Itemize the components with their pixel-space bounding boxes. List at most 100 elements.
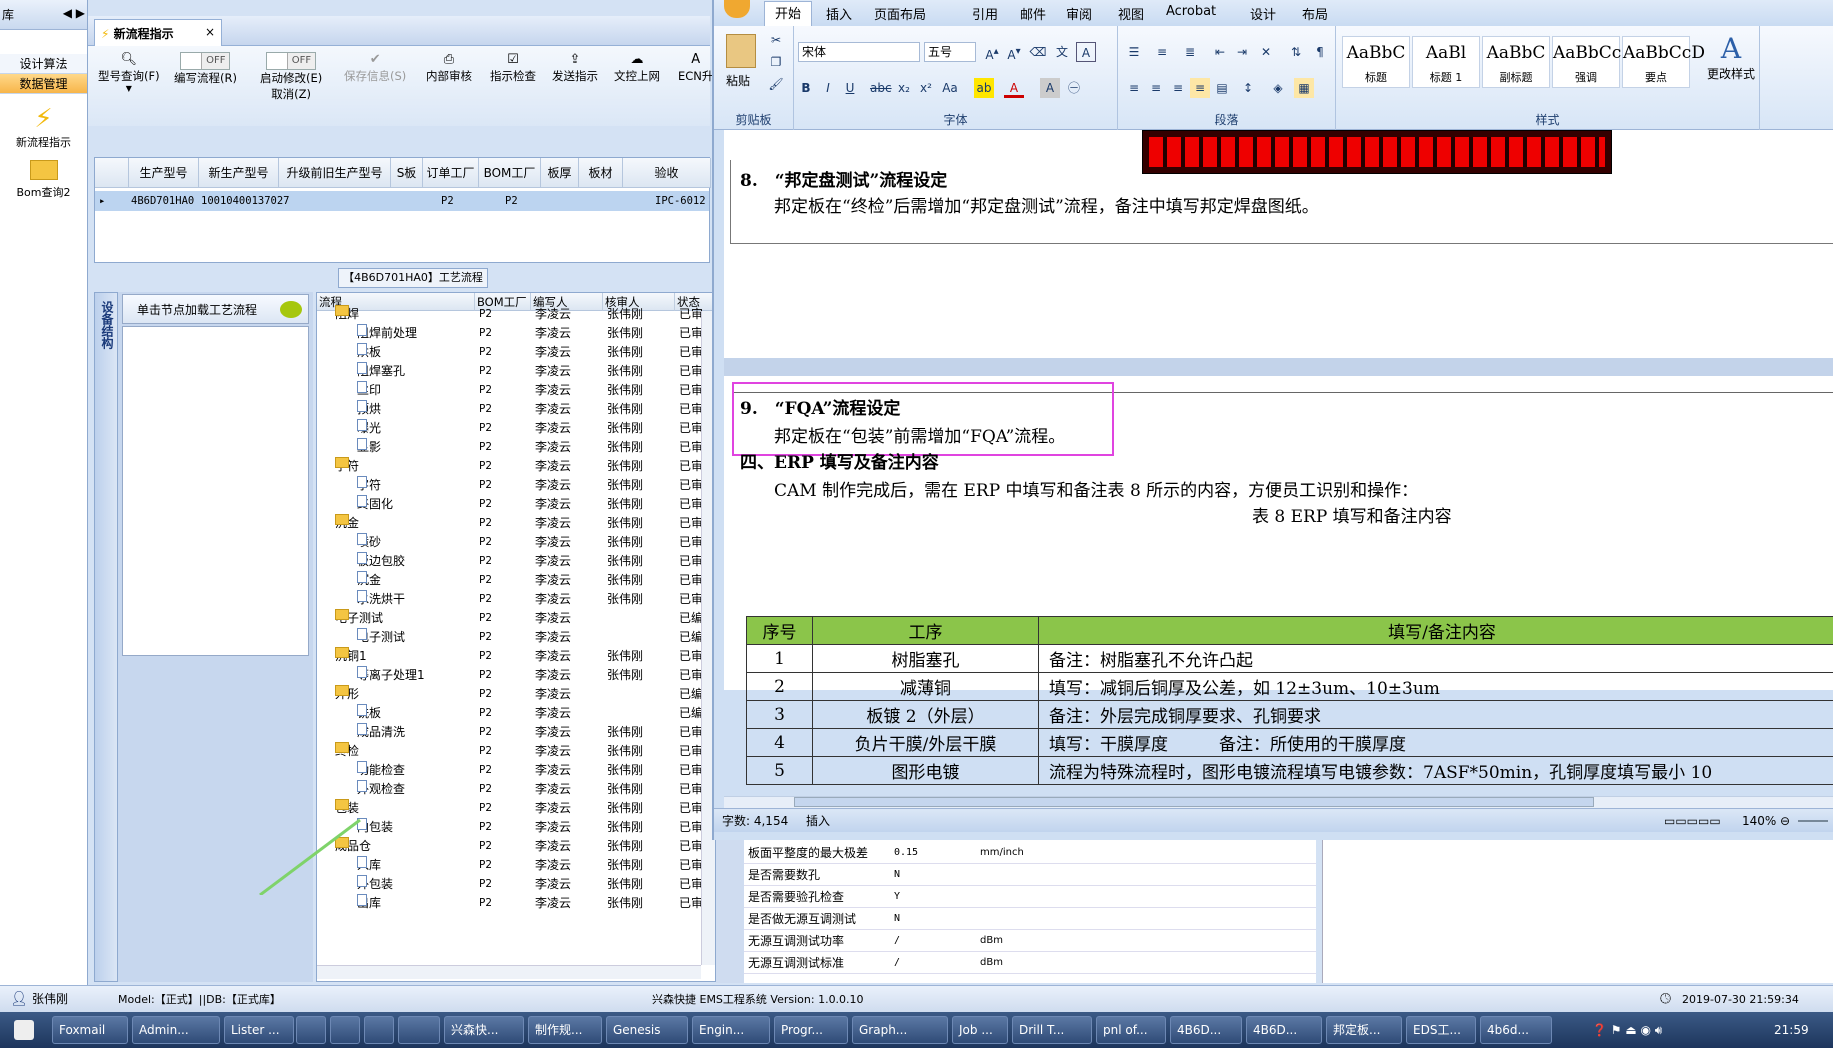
- tree-row[interactable]: 终固化 P2 李凌云 张伟刚 已审: [317, 495, 715, 514]
- tree-row[interactable]: 沉金 P2 李凌云 张伟刚 已审: [317, 571, 715, 590]
- change-case-icon[interactable]: Aa: [940, 78, 960, 98]
- taskbar-item[interactable]: 兴森快...: [444, 1016, 524, 1044]
- office-button-icon[interactable]: [724, 0, 750, 18]
- close-icon[interactable]: ×: [205, 25, 215, 39]
- zoom-slider[interactable]: [1798, 820, 1828, 822]
- taskbar-item[interactable]: 4B6D...: [1246, 1016, 1322, 1044]
- tree-row[interactable]: 阻焊前处理 P2 李凌云 张伟刚 已审: [317, 324, 715, 343]
- borders-icon[interactable]: ▦: [1294, 78, 1314, 98]
- edit-flow-toggle[interactable]: OFF 编写流程(R): [174, 52, 237, 86]
- subscript-icon[interactable]: x₂: [894, 78, 914, 98]
- tree-row[interactable]: −终检 P2 李凌云 张伟刚 已审: [317, 742, 715, 761]
- tree-node[interactable]: 铣板: [357, 704, 381, 723]
- taskbar-item[interactable]: 4b6d...: [1480, 1016, 1552, 1044]
- param-row[interactable]: 无源互调测试功率 / dBm: [744, 930, 1316, 952]
- increase-indent-icon[interactable]: ⇥: [1232, 42, 1252, 62]
- format-painter-icon[interactable]: 🖌︎: [766, 74, 786, 94]
- tree-row[interactable]: 功能检查 P2 李凌云 张伟刚 已审: [317, 761, 715, 780]
- style-swatch[interactable]: AaBbC 标题: [1342, 36, 1410, 88]
- tree-row[interactable]: 显影 P2 李凌云 张伟刚 已审: [317, 438, 715, 457]
- word-tab[interactable]: 页面布局: [874, 4, 926, 23]
- align-right-icon[interactable]: ≡: [1168, 78, 1188, 98]
- tree-row[interactable]: 电子测试 P2 李凌云 已编: [317, 628, 715, 647]
- taskbar-item[interactable]: Progr...: [774, 1016, 848, 1044]
- grid-header[interactable]: 板厚: [541, 158, 579, 188]
- word-horizontal-scrollbar[interactable]: [724, 796, 1833, 808]
- taskbar-item[interactable]: Engin...: [692, 1016, 770, 1044]
- tree-row[interactable]: 出库 P2 李凌云 张伟刚 已审: [317, 894, 715, 913]
- grid-header[interactable]: 订单工厂: [423, 158, 479, 188]
- align-left-icon[interactable]: ≡: [1124, 78, 1144, 98]
- char-border-icon[interactable]: A: [1076, 42, 1096, 62]
- tree-node[interactable]: 显影: [357, 438, 381, 457]
- tree-row[interactable]: −外形 P2 李凌云 已编: [317, 685, 715, 704]
- tree-node[interactable]: −沉金: [335, 514, 359, 533]
- tree-row[interactable]: −包装P2李凌云张伟刚已审: [317, 799, 715, 818]
- font-color-icon[interactable]: A: [1004, 78, 1024, 98]
- taskbar-item[interactable]: pnl of...: [1096, 1016, 1166, 1044]
- style-swatch[interactable]: AaBbCcD 强调: [1552, 36, 1635, 88]
- taskbar-item[interactable]: 邦定板...: [1326, 1016, 1402, 1044]
- tree-row[interactable]: −阻焊 P2 李凌云 张伟刚 已审: [317, 305, 715, 324]
- tree-horizontal-scrollbar[interactable]: [317, 965, 701, 979]
- edit-flow-switch[interactable]: OFF: [180, 52, 231, 70]
- save-info-button[interactable]: ✔ 保存信息(S): [344, 52, 406, 84]
- change-styles-button[interactable]: A 更改样式: [1704, 32, 1758, 82]
- tree-row[interactable]: 外包装 P2 李凌云 张伟刚 已审: [317, 875, 715, 894]
- word-tab[interactable]: Acrobat: [1166, 4, 1216, 19]
- cut-icon[interactable]: ✂: [766, 30, 786, 50]
- word-count[interactable]: 字数: 4,154: [722, 809, 788, 833]
- taskbar-item[interactable]: [330, 1016, 360, 1044]
- clipboard-icon[interactable]: [726, 34, 756, 68]
- tree-row[interactable]: 入库 P2 李凌云 张伟刚 已审: [317, 856, 715, 875]
- word-tab[interactable]: 视图: [1118, 4, 1144, 23]
- numbering-icon[interactable]: ≡: [1152, 42, 1172, 62]
- table-row[interactable]: 3 板镀 2（外层） 备注：外层完成铜厚要求、孔铜要求: [746, 700, 1833, 729]
- table-row[interactable]: 4 负片干膜/外层干膜 填写：干膜厚度 备注：所使用的干膜厚度: [746, 728, 1833, 757]
- tree-node[interactable]: 等离子处理1: [357, 666, 425, 685]
- param-row[interactable]: 是否需要数孔 N: [744, 864, 1316, 886]
- style-swatch[interactable]: AaBl 标题 1: [1412, 36, 1480, 88]
- bullets-icon[interactable]: ☰: [1124, 42, 1144, 62]
- nav-new-flow-item[interactable]: ⚡ 新流程指示: [0, 104, 87, 150]
- table-row[interactable]: 1 树脂塞孔 备注：树脂塞孔不允许凸起: [746, 644, 1833, 673]
- line-spacing-icon[interactable]: ↕: [1238, 78, 1258, 98]
- taskbar-item[interactable]: EDS工...: [1406, 1016, 1476, 1044]
- phonetic-icon[interactable]: 文: [1052, 42, 1072, 62]
- tree-row[interactable]: 成品清洗 P2 李凌云 张伟刚 已审: [317, 723, 715, 742]
- bold-icon[interactable]: B: [796, 78, 816, 98]
- tree-row[interactable]: 阻焊塞孔 P2 李凌云 张伟刚 已审: [317, 362, 715, 381]
- word-tab[interactable]: 插入: [826, 4, 852, 23]
- tree-row[interactable]: −成品仓P2李凌云张伟刚已审: [317, 837, 715, 856]
- tree-row[interactable]: −沉金 P2 李凌云 张伟刚 已审: [317, 514, 715, 533]
- node-list[interactable]: [122, 326, 309, 656]
- grid-header[interactable]: 新生产型号: [199, 158, 279, 188]
- multilevel-list-icon[interactable]: ≣: [1180, 42, 1200, 62]
- table-row[interactable]: 2 减薄铜 填写：减铜后铜厚及公差，如 12±3um、10±3um: [746, 672, 1833, 701]
- tree-node[interactable]: −外形: [335, 685, 359, 704]
- grid-header[interactable]: 升级前旧生产型号: [279, 158, 391, 188]
- tree-row[interactable]: 喷砂 P2 李凌云 张伟刚 已审: [317, 533, 715, 552]
- char-shading-icon[interactable]: A: [1040, 78, 1060, 98]
- grid-header[interactable]: 生产型号: [129, 158, 199, 188]
- param-value[interactable]: N: [894, 864, 900, 886]
- tree-row[interactable]: 板边包胶 P2 李凌云 张伟刚 已审: [317, 552, 715, 571]
- tree-node[interactable]: 水洗烘干: [357, 590, 405, 609]
- tree-node[interactable]: −沉铜1: [335, 647, 367, 666]
- param-row[interactable]: 是否做无源互调测试 N: [744, 908, 1316, 930]
- taskbar-item[interactable]: Drill T...: [1012, 1016, 1092, 1044]
- view-buttons-icon[interactable]: ▭▭▭▭▭: [1664, 809, 1721, 833]
- tree-node[interactable]: 沉金: [357, 571, 381, 590]
- decrease-indent-icon[interactable]: ⇤: [1210, 42, 1230, 62]
- align-center-icon[interactable]: ≡: [1146, 78, 1166, 98]
- sort-icon[interactable]: ⇅: [1286, 42, 1306, 62]
- tree-node[interactable]: 曝光: [357, 419, 381, 438]
- tree-node[interactable]: −终检: [335, 742, 359, 761]
- param-value[interactable]: /: [894, 930, 900, 952]
- tree-node[interactable]: 字符: [357, 476, 381, 495]
- style-swatch[interactable]: AaBbCcD 要点: [1622, 36, 1705, 88]
- ecn-button[interactable]: A ECN升: [678, 52, 713, 84]
- grow-font-icon[interactable]: A▴: [982, 42, 1002, 62]
- tree-node[interactable]: 阻焊塞孔: [357, 362, 405, 381]
- document-page[interactable]: 8. “邦定盘测试”流程设定 邦定板在“终检”后需增加“邦定盘测试”流程，备注中…: [724, 130, 1833, 690]
